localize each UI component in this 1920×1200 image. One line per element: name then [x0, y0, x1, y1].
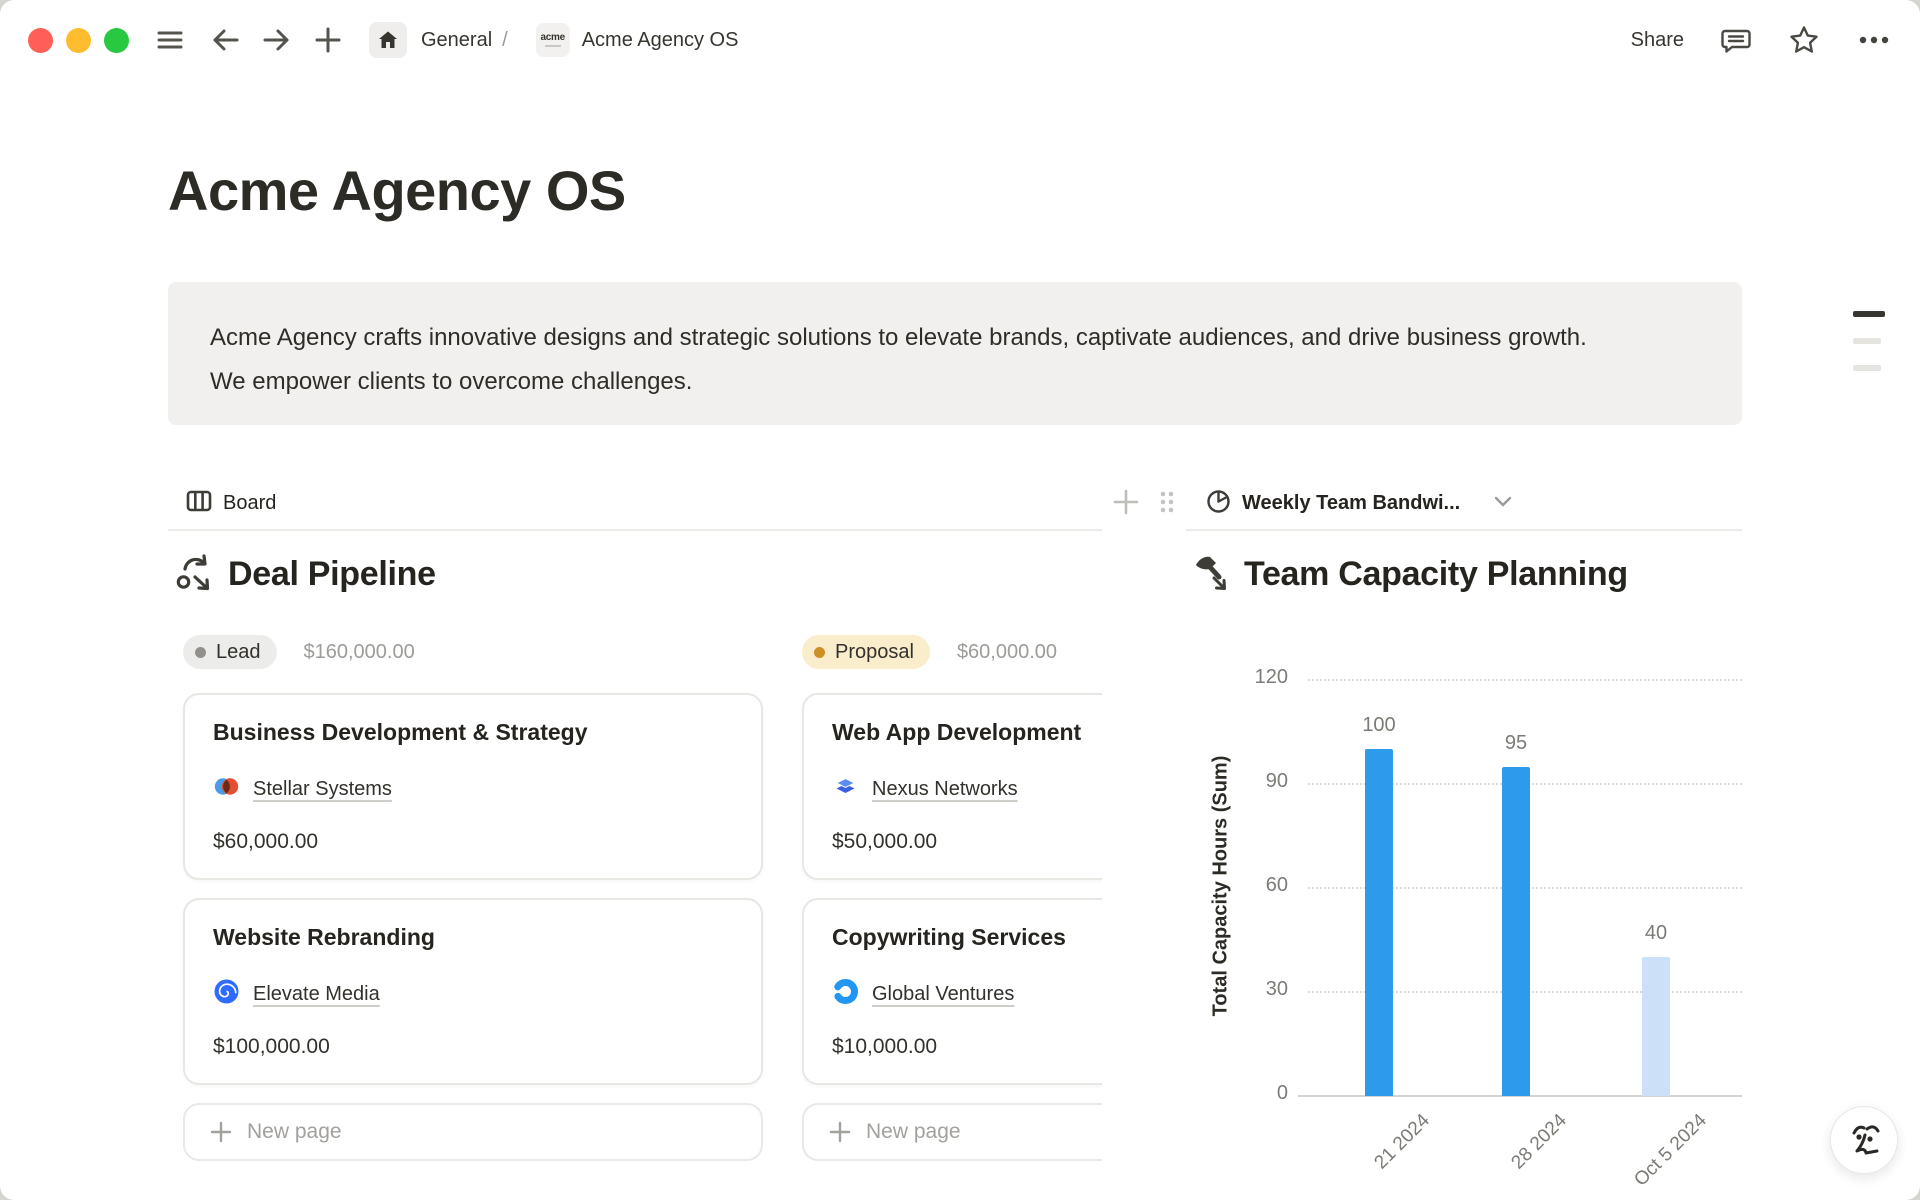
company-link[interactable]: Stellar Systems [253, 778, 392, 801]
x-tick-label: Oct 5 2024 [1630, 1110, 1711, 1191]
workspace-icon[interactable]: acme [536, 23, 570, 57]
maximize-window-button[interactable] [104, 28, 129, 53]
callout-text: Acme Agency crafts innovative designs an… [210, 316, 1610, 404]
new-tab-plus-icon[interactable] [313, 25, 343, 55]
deal-amount: $50,000.00 [832, 830, 1102, 854]
board-section: Board Deal Pipeline Lead $160,000.00 [168, 478, 1102, 1200]
global-ventures-icon [832, 978, 859, 1010]
status-pill-lead[interactable]: Lead [183, 635, 277, 669]
kanban-column-lead: Business Development & Strategy Stellar … [183, 693, 763, 1161]
outline-indicator[interactable] [1853, 311, 1887, 371]
window-controls [28, 28, 129, 53]
bar-week1 [1365, 749, 1393, 1096]
deal-amount: $10,000.00 [832, 1035, 1102, 1059]
comment-icon[interactable] [1720, 24, 1752, 56]
drag-handle-icon[interactable] [1158, 488, 1176, 521]
app-window: General / acme Acme Agency OS Share [0, 0, 1920, 1200]
bar-chart-plot: 100 95 40 [1186, 680, 1742, 1096]
page-title: Acme Agency OS [168, 158, 626, 223]
stellar-systems-icon [213, 773, 240, 805]
board-view-tabs: Board [168, 478, 1102, 531]
deal-amount: $100,000.00 [213, 1035, 733, 1059]
nexus-networks-icon [832, 773, 859, 805]
hamburger-menu-icon[interactable] [155, 25, 185, 55]
capacity-hammer-icon [1190, 552, 1230, 597]
star-icon[interactable] [1788, 24, 1820, 56]
elevate-media-icon [213, 978, 240, 1010]
chart-view-icon [1206, 489, 1231, 519]
plus-icon [828, 1120, 852, 1144]
deal-pipeline-heading: Deal Pipeline [174, 552, 436, 597]
column-header-lead: Lead $160,000.00 [183, 635, 415, 669]
tab-weekly-bandwidth[interactable]: Weekly Team Bandwi... [1206, 489, 1513, 519]
status-dot [195, 647, 206, 658]
bar-value-label: 40 [1645, 922, 1667, 945]
more-options-icon[interactable] [1856, 24, 1892, 56]
breadcrumb-root[interactable]: General [421, 29, 492, 52]
bar-value-label: 95 [1505, 732, 1527, 755]
company-link[interactable]: Elevate Media [253, 983, 380, 1006]
home-icon[interactable] [369, 22, 407, 58]
capacity-title: Team Capacity Planning [1244, 555, 1628, 594]
status-pill-proposal[interactable]: Proposal [802, 635, 930, 669]
board-view-icon [186, 489, 212, 518]
weekly-tab-label: Weekly Team Bandwi... [1242, 492, 1460, 515]
bar-value-label: 100 [1362, 714, 1395, 737]
breadcrumb-page[interactable]: Acme Agency OS [582, 29, 739, 52]
kanban-column-proposal: Web App Development Nexus Networks $50,0… [802, 693, 1102, 1161]
new-page-button[interactable]: New page [802, 1103, 1102, 1161]
deal-amount: $60,000.00 [213, 830, 733, 854]
share-button[interactable]: Share [1631, 29, 1684, 52]
tab-board-view[interactable]: Board [186, 489, 276, 518]
deal-pipeline-title: Deal Pipeline [228, 555, 436, 594]
deal-card[interactable]: Website Rebranding Elevate Media $100,00… [183, 898, 763, 1085]
title-bar: General / acme Acme Agency OS Share [0, 0, 1920, 80]
deal-card[interactable]: Web App Development Nexus Networks $50,0… [802, 693, 1102, 880]
deal-card[interactable]: Business Development & Strategy Stellar … [183, 693, 763, 880]
callout-block: Acme Agency crafts innovative designs an… [168, 282, 1742, 425]
capacity-heading: Team Capacity Planning [1190, 552, 1628, 597]
face-logo-icon [1842, 1118, 1886, 1162]
column-sum-proposal: $60,000.00 [957, 641, 1057, 664]
deal-pipeline-icon [174, 552, 214, 597]
notion-faces-button[interactable] [1830, 1106, 1898, 1174]
board-tab-label: Board [223, 492, 276, 515]
company-link[interactable]: Global Ventures [872, 983, 1014, 1006]
status-dot [814, 647, 825, 658]
close-window-button[interactable] [28, 28, 53, 53]
chart-view-tabs: Weekly Team Bandwi... [1186, 478, 1742, 531]
deal-card[interactable]: Copywriting Services Global Ventures $10… [802, 898, 1102, 1085]
chevron-down-icon[interactable] [1493, 494, 1513, 513]
plus-icon [209, 1120, 233, 1144]
column-sum-lead: $160,000.00 [304, 641, 415, 664]
x-tick-label: 28 2024 [1507, 1110, 1571, 1174]
minimize-window-button[interactable] [66, 28, 91, 53]
breadcrumb-separator: / [502, 29, 508, 52]
chart-section: Weekly Team Bandwi... Team Capacity Plan… [1186, 478, 1742, 1200]
company-link[interactable]: Nexus Networks [872, 778, 1018, 801]
add-view-icon[interactable] [1112, 488, 1140, 521]
bar-week3 [1642, 957, 1670, 1096]
back-arrow-icon[interactable] [211, 25, 241, 55]
column-header-proposal: Proposal $60,000.00 [802, 635, 1057, 669]
new-page-button[interactable]: New page [183, 1103, 763, 1161]
bar-week2 [1502, 767, 1530, 1096]
x-tick-label: 21 2024 [1370, 1110, 1434, 1174]
forward-arrow-icon[interactable] [261, 25, 291, 55]
